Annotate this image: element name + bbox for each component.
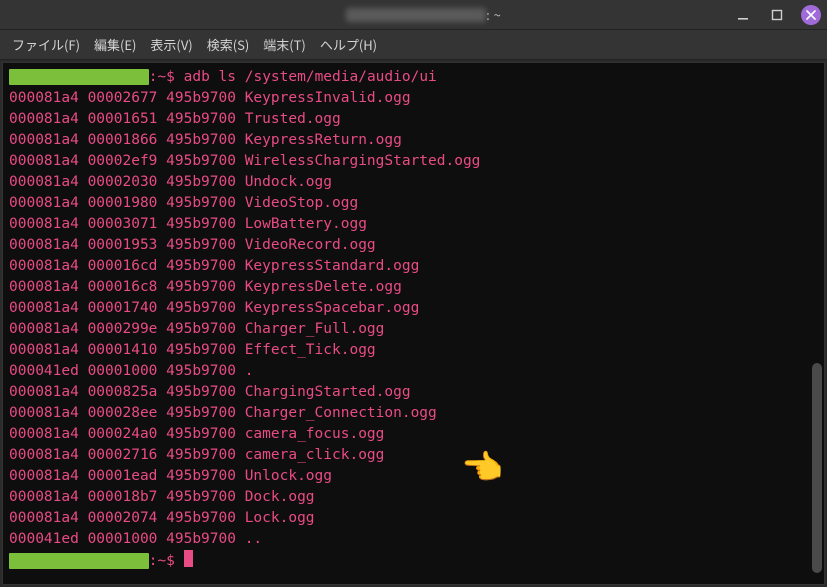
window-titlebar[interactable]: : ~ (0, 0, 827, 30)
ls-row: 000081a4 00002677 495b9700 KeypressInval… (9, 90, 411, 106)
menu-search[interactable]: 検索(S) (207, 35, 250, 54)
prompt-path: ~ (157, 69, 166, 85)
close-button[interactable] (801, 5, 821, 25)
ls-row: 000081a4 00001651 495b9700 Trusted.ogg (9, 111, 341, 127)
minimize-button[interactable] (733, 5, 753, 25)
title-redacted (346, 8, 486, 22)
ls-row: 000081a4 0000825a 495b9700 ChargingStart… (9, 384, 411, 400)
ls-row: 000081a4 00001740 495b9700 KeypressSpace… (9, 300, 419, 316)
maximize-button[interactable] (767, 5, 787, 25)
prompt-dollar: $ (166, 553, 175, 569)
ls-row: 000081a4 000018b7 495b9700 Dock.ogg (9, 489, 315, 505)
terminal-output[interactable]: xxxxxxxxxxxxxxxx:~$ adb ls /system/media… (3, 63, 810, 584)
window-controls (733, 0, 821, 30)
ls-row: 000081a4 00002ef9 495b9700 WirelessCharg… (9, 153, 480, 169)
ls-row: 000081a4 00001980 495b9700 VideoStop.ogg (9, 195, 358, 211)
terminal-window: : ~ ファイル(F) 編集(E) 表示(V) 検索(S) 端末(T) ヘルプ(… (0, 0, 827, 587)
terminal-cursor (184, 550, 193, 567)
prompt-user: xxxxxxxxxxxxxxxx (9, 69, 149, 85)
ls-row: 000081a4 00001ead 495b9700 Unlock.ogg (9, 468, 332, 484)
ls-row: 000081a4 00001953 495b9700 VideoRecord.o… (9, 237, 376, 253)
ls-row: 000081a4 0000299e 495b9700 Charger_Full.… (9, 321, 384, 337)
terminal-area[interactable]: xxxxxxxxxxxxxxxx:~$ adb ls /system/media… (2, 62, 825, 585)
prompt-user: xxxxxxxxxxxxxxxx (9, 553, 149, 569)
ls-row: 000041ed 00001000 495b9700 .. (9, 531, 262, 547)
ls-row: 000081a4 00002074 495b9700 Lock.ogg (9, 510, 315, 526)
ls-row: 000081a4 000016c8 495b9700 KeypressDelet… (9, 279, 402, 295)
scrollbar-thumb[interactable] (812, 363, 822, 573)
menu-edit[interactable]: 編集(E) (94, 35, 136, 54)
prompt-path: ~ (157, 553, 166, 569)
ls-row: 000081a4 00001866 495b9700 KeypressRetur… (9, 132, 402, 148)
title-suffix: : ~ (486, 5, 501, 24)
ls-row: 000081a4 00001410 495b9700 Effect_Tick.o… (9, 342, 376, 358)
ls-row: 000081a4 000016cd 495b9700 KeypressStand… (9, 258, 419, 274)
prompt-dollar: $ (166, 69, 175, 85)
window-title: : ~ (326, 0, 502, 43)
command-text: adb ls /system/media/audio/ui (184, 69, 437, 85)
ls-row: 000081a4 000024a0 495b9700 camera_focus.… (9, 426, 384, 442)
pointing-hand-icon: 👈 (461, 448, 503, 482)
ls-row: 000041ed 00001000 495b9700 . (9, 363, 253, 379)
ls-row: 000081a4 000028ee 495b9700 Charger_Conne… (9, 405, 437, 421)
menu-file[interactable]: ファイル(F) (12, 35, 80, 54)
ls-row: 000081a4 00002716 495b9700 camera_click.… (9, 447, 384, 463)
menu-terminal[interactable]: 端末(T) (263, 35, 306, 54)
ls-row: 000081a4 00003071 495b9700 LowBattery.og… (9, 216, 367, 232)
menu-view[interactable]: 表示(V) (150, 35, 192, 54)
ls-row: 000081a4 00002030 495b9700 Undock.ogg (9, 174, 332, 190)
